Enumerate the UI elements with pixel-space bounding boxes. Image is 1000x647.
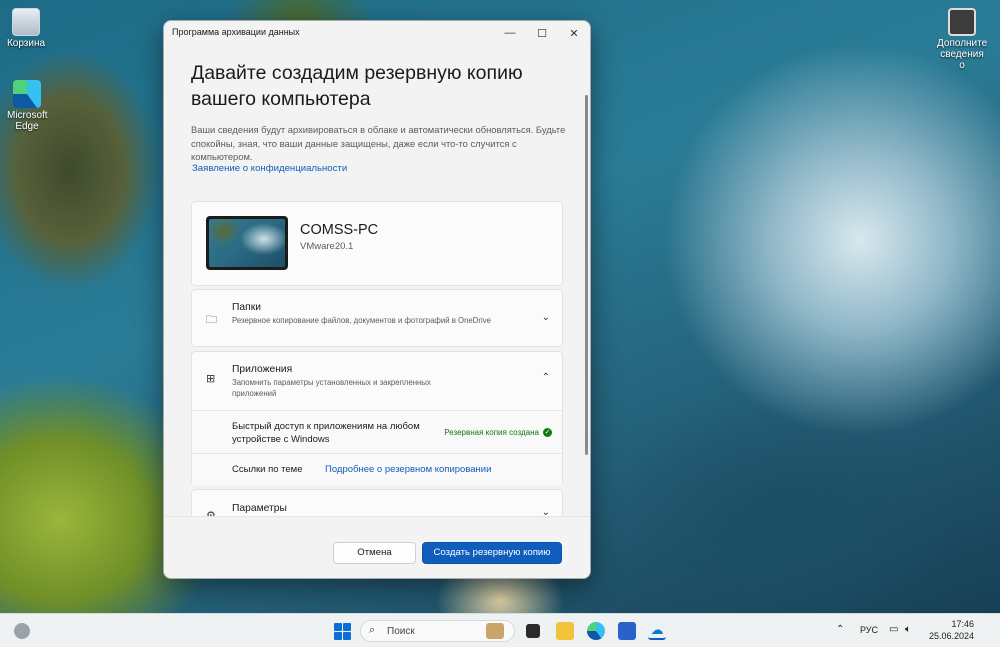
desktop-icon-edge[interactable]: Microsoft Edge [0, 80, 59, 132]
check-icon: ✓ [543, 428, 552, 437]
apps-header[interactable]: ⊞ Приложения Запомнить параметры установ… [192, 352, 562, 410]
store-icon[interactable] [618, 622, 636, 640]
task-view-icon[interactable] [526, 624, 540, 638]
section-subtitle: Резервное копирование файлов, документов… [232, 316, 491, 325]
window-title: Программа архивации данных [172, 27, 300, 37]
section-title: Параметры [232, 503, 287, 514]
related-links-label: Ссылки по теме [232, 464, 303, 475]
description: Ваши сведения будут архивироваться в обл… [191, 124, 566, 162]
pc-card: COMSS-PC VMware20.1 [191, 201, 563, 286]
backup-app-icon[interactable]: ☁ [648, 622, 666, 640]
volume-icon[interactable]: 🔈︎ [905, 624, 911, 635]
status-text: Резервная копия создана [444, 428, 539, 437]
minimize-button[interactable]: — [494, 21, 526, 45]
recycle-bin-icon [12, 8, 40, 36]
create-backup-button[interactable]: Создать резервную копию [422, 542, 562, 564]
maximize-button[interactable]: ☐ [526, 21, 558, 45]
pc-name: COMSS-PC [300, 222, 379, 238]
status-badge: Резервная копия создана ✓ [444, 428, 552, 437]
folder-icon: 🗀 [206, 314, 217, 326]
time-text: 17:46 [951, 619, 974, 629]
edge-taskbar-icon[interactable] [587, 622, 605, 640]
desktop-icon-info[interactable]: Дополните сведения о [930, 8, 994, 71]
section-title: Папки [232, 302, 261, 313]
backup-info-link[interactable]: Подробнее о резервном копировании [325, 464, 491, 475]
tray-chevron-icon[interactable]: ⌃ [836, 624, 844, 635]
section-title: Приложения [232, 364, 293, 375]
section-folders[interactable]: 🗀 Папки Резервное копирование файлов, до… [191, 289, 563, 347]
dialog-footer: Отмена Создать резервную копию [164, 516, 590, 578]
window-content[interactable]: Давайте создадим резервную копию вашего … [164, 45, 590, 516]
title-bar[interactable]: Программа архивации данных — ☐ ✕ [164, 21, 590, 45]
file-explorer-icon[interactable] [556, 622, 574, 640]
cancel-button[interactable]: Отмена [333, 542, 416, 564]
close-button[interactable]: ✕ [558, 21, 590, 45]
clock[interactable]: 17:46 25.06.2024 [922, 618, 974, 642]
backup-window: Программа архивации данных — ☐ ✕ Давайте… [163, 20, 591, 579]
chevron-down-icon[interactable]: ⌄ [542, 507, 550, 516]
search-icon: ⌕ [369, 624, 376, 636]
search-highlight-icon [486, 623, 504, 639]
taskbar: ⌕ Поиск ☁ ⌃ РУС ▭ 🔈︎ 17:46 25.06.2024 [0, 613, 1000, 647]
quick-access-text: Быстрый доступ к приложениям на любом ус… [232, 421, 420, 445]
info-icon [948, 8, 976, 36]
desktop-icon-label: Microsoft Edge [7, 110, 48, 132]
gear-icon: ⚙ [206, 510, 216, 516]
chevron-down-icon[interactable]: ⌄ [542, 312, 550, 323]
search-placeholder: Поиск [387, 626, 415, 637]
taskbar-search[interactable]: ⌕ Поиск [360, 620, 515, 642]
apps-icon: ⊞ [206, 373, 216, 385]
scrollbar[interactable] [585, 95, 588, 455]
page-title: Давайте создадим резервную копию вашего … [191, 62, 523, 110]
related-links-row: Ссылки по теме Подробнее о резервном коп… [192, 453, 562, 485]
pc-thumbnail [206, 216, 288, 270]
edge-icon [13, 80, 41, 108]
desktop-icon-label: Корзина [6, 38, 46, 49]
desktop-icon-recycle-bin[interactable]: Корзина [0, 8, 58, 49]
apps-quick-access-row: Быстрый доступ к приложениям на любом ус… [192, 410, 562, 453]
language-indicator[interactable]: РУС [860, 625, 878, 635]
section-params[interactable]: ⚙ Параметры ⌄ [191, 489, 563, 516]
pc-model: VMware20.1 [300, 241, 354, 252]
start-button[interactable] [334, 623, 351, 640]
section-subtitle: Запомнить параметры установленных и закр… [232, 378, 431, 398]
widgets-icon[interactable] [14, 623, 30, 639]
network-icon[interactable]: ▭ [889, 624, 898, 635]
chevron-up-icon[interactable]: ⌃ [542, 372, 550, 383]
desktop-icon-label: Дополните сведения о [937, 38, 988, 71]
section-apps: ⊞ Приложения Запомнить параметры установ… [191, 351, 563, 485]
date-text: 25.06.2024 [928, 631, 974, 641]
privacy-link[interactable]: Заявление о конфиденциальности [192, 163, 347, 174]
